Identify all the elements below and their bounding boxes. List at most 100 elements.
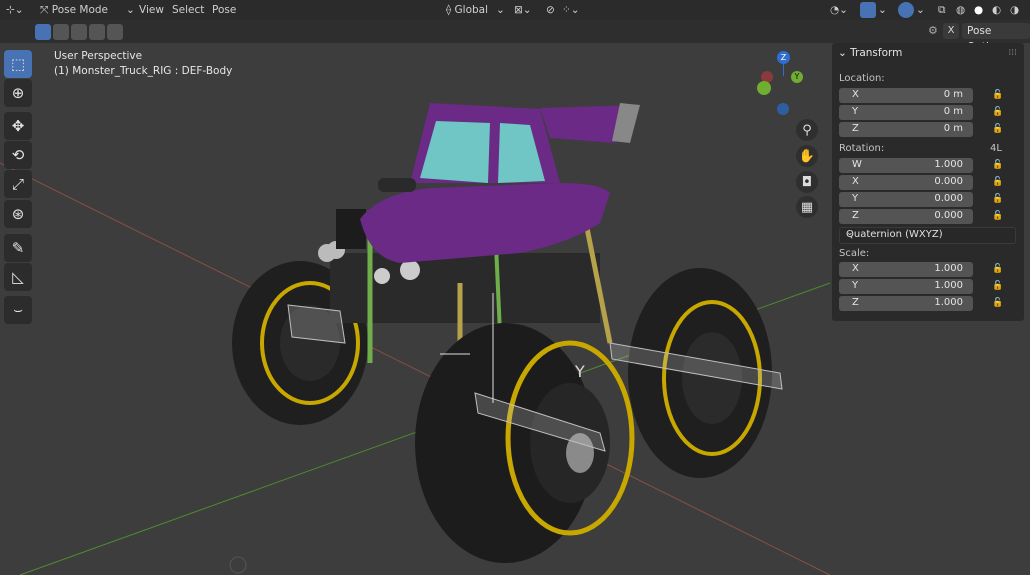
scale-icon[interactable]: ⤢: [4, 170, 32, 198]
rotation-z-field[interactable]: Z 0.000: [839, 209, 973, 224]
cursor-icon[interactable]: ⊕: [4, 79, 32, 107]
bone-axis-label-y: Y: [574, 362, 585, 381]
chevron-down-icon[interactable]: ⌄: [878, 2, 887, 18]
pan-hand-icon[interactable]: ✋: [796, 145, 818, 167]
axis-label: X: [852, 176, 859, 187]
gizmo-toggle-icon[interactable]: [860, 2, 876, 18]
axis-label: Y: [852, 106, 859, 117]
rotation-mode-select[interactable]: Quaternion (WXYZ) ⌄: [839, 227, 1016, 244]
chevron-down-icon: ⌄: [838, 47, 851, 59]
location-x-field[interactable]: X 0 m: [839, 88, 973, 103]
mirror-x-button[interactable]: X: [943, 23, 959, 39]
axis-label: W: [852, 159, 862, 170]
lock-icon[interactable]: 🔓: [992, 298, 1003, 308]
field-value: 0 m: [943, 89, 963, 100]
field-value: 1.000: [934, 263, 963, 274]
lock-icon[interactable]: 🔓: [992, 124, 1003, 134]
rotation-4l-toggle[interactable]: 4L: [990, 143, 1002, 154]
pivot-icon[interactable]: ⊠⌄: [514, 2, 532, 18]
pose-mode-icon: ⤧: [40, 4, 52, 16]
wireframe-shading-icon[interactable]: ◍: [956, 2, 965, 18]
rotate-icon[interactable]: ⟲: [4, 141, 32, 169]
orientation-selector[interactable]: ⟠ Global ⌄: [446, 2, 505, 18]
xray-icon[interactable]: ⧉: [938, 2, 946, 18]
scale-x-field[interactable]: X 1.000: [839, 262, 973, 277]
material-shading-icon[interactable]: ◐: [992, 2, 1001, 18]
relax-icon[interactable]: ⌣: [4, 296, 32, 324]
measure-icon[interactable]: ◺: [4, 263, 32, 291]
chevron-down-icon: ⌄: [126, 4, 135, 16]
transform-title: Transform: [850, 47, 903, 59]
axis-label: Z: [852, 297, 859, 308]
scale-y-field[interactable]: Y 1.000: [839, 279, 973, 294]
field-value: 0.000: [934, 193, 963, 204]
select-intersect-icon[interactable]: [107, 24, 123, 40]
gizmo-y-axis[interactable]: Y: [791, 71, 803, 83]
pose-options-button[interactable]: Pose Options: [962, 23, 1030, 53]
lock-icon[interactable]: 🔓: [992, 264, 1003, 274]
editor-type-icon[interactable]: ⊹⌄: [6, 2, 24, 18]
transform-panel-header[interactable]: ⌄ Transform: [838, 47, 902, 59]
field-value: 0.000: [934, 176, 963, 187]
visibility-icon[interactable]: ◔⌄: [830, 2, 848, 18]
lock-icon[interactable]: 🔓: [992, 107, 1003, 117]
header-bar: ⊹⌄ ⤧ Pose Mode ⌄ View Select Pose ⟠ Globa…: [0, 0, 1030, 20]
menu-select[interactable]: Select: [172, 2, 204, 18]
orientation-label: Global: [454, 4, 489, 16]
gizmo-z-line: [783, 64, 784, 76]
rotation-label: Rotation:: [839, 143, 885, 154]
location-y-field[interactable]: Y 0 m: [839, 105, 973, 120]
move-icon[interactable]: ✥: [4, 112, 32, 140]
zoom-icon[interactable]: ⚲: [796, 119, 818, 141]
axis-label: Y: [852, 193, 859, 204]
select-new-icon[interactable]: [35, 24, 51, 40]
snap-icon[interactable]: ⊘: [546, 2, 555, 18]
select-subtract-icon[interactable]: [71, 24, 87, 40]
mode-selector[interactable]: ⤧ Pose Mode ⌄: [40, 2, 135, 18]
field-value: 0.000: [934, 210, 963, 221]
drag-handle-icon[interactable]: ⁞⁞⁞: [1008, 48, 1017, 58]
axis-label: Y: [852, 280, 859, 291]
axis-label: Z: [852, 210, 859, 221]
chevron-down-icon[interactable]: ⌄: [916, 2, 925, 18]
lock-icon[interactable]: 🔓: [992, 194, 1003, 204]
field-value: 0 m: [943, 106, 963, 117]
truck-body: [360, 103, 640, 263]
overlay-toggle-icon[interactable]: [898, 2, 914, 18]
rendered-shading-icon[interactable]: ◑: [1010, 2, 1019, 18]
annotate-icon[interactable]: ✎: [4, 234, 32, 262]
location-z-field[interactable]: Z 0 m: [839, 122, 973, 137]
menu-view[interactable]: View: [139, 2, 164, 18]
lock-icon[interactable]: 🔓: [992, 211, 1003, 221]
lock-icon[interactable]: 🔓: [992, 160, 1003, 170]
rotation-y-field[interactable]: Y 0.000: [839, 192, 973, 207]
select-box-icon[interactable]: ⬚: [4, 50, 32, 78]
scale-label: Scale:: [839, 248, 870, 259]
transform-icon[interactable]: ⊛: [4, 200, 32, 228]
field-value: 1.000: [934, 280, 963, 291]
camera-icon[interactable]: ◘: [796, 171, 818, 193]
rotation-w-field[interactable]: W 1.000: [839, 158, 973, 173]
rotation-x-field[interactable]: X 0.000: [839, 175, 973, 190]
lock-icon[interactable]: 🔓: [992, 90, 1003, 100]
solid-shading-icon[interactable]: ●: [974, 2, 983, 18]
select-extend-icon[interactable]: [53, 24, 69, 40]
field-value: 1.000: [934, 297, 963, 308]
gizmo-neg-y-axis[interactable]: [757, 81, 771, 95]
options-icon[interactable]: ⚙: [928, 24, 938, 37]
axis-label: Z: [852, 123, 859, 134]
scale-z-field[interactable]: Z 1.000: [839, 296, 973, 311]
orientation-icon: ⟠: [446, 4, 455, 16]
axis-label: X: [852, 263, 859, 274]
select-invert-icon[interactable]: [89, 24, 105, 40]
navigation-gizmo[interactable]: Z Y: [755, 51, 805, 121]
grid-icon[interactable]: ▦: [796, 196, 818, 218]
lock-icon[interactable]: 🔓: [992, 177, 1003, 187]
menu-pose[interactable]: Pose: [212, 2, 236, 18]
gizmo-z-axis[interactable]: Z: [777, 51, 790, 64]
chevron-down-icon: ⌄: [496, 4, 505, 16]
lock-icon[interactable]: 🔓: [992, 281, 1003, 291]
active-object-label: (1) Monster_Truck_RIG : DEF-Body: [54, 65, 233, 77]
gizmo-neg-z-axis[interactable]: [777, 103, 789, 115]
snap-target-icon[interactable]: ⁘⌄: [562, 2, 580, 18]
